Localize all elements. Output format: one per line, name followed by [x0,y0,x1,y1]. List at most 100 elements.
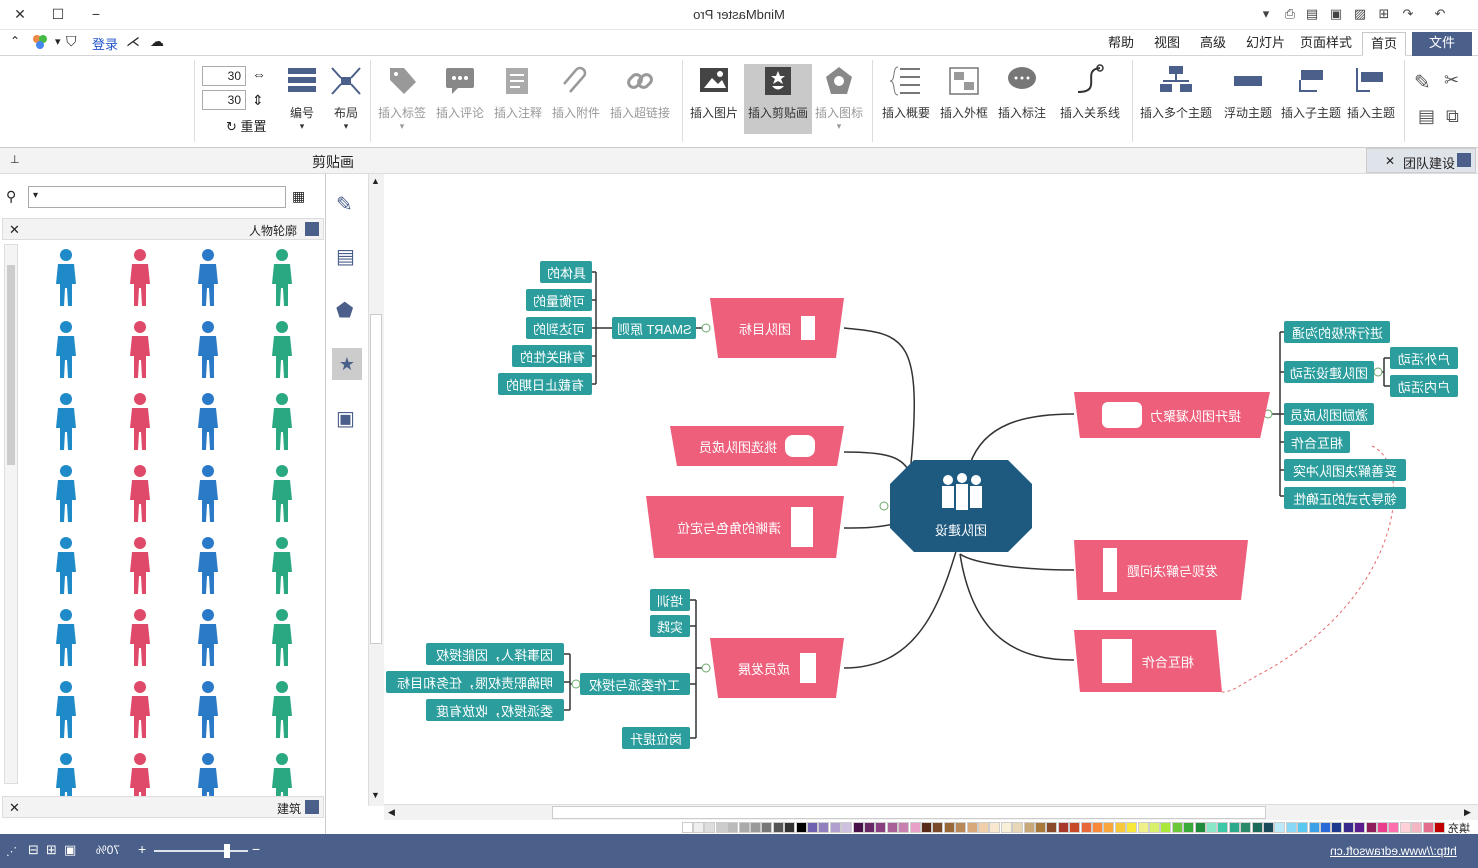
clipart-figure-icon[interactable] [268,320,296,378]
clipart-figure-icon[interactable] [268,608,296,666]
smart-item-deadline[interactable]: 有截止日期的 [498,373,592,395]
format-painter-icon[interactable]: ✎ [1414,70,1431,95]
color-swatch[interactable] [852,822,864,833]
develop-item-delegation[interactable]: 工作委派与授权 [580,673,690,695]
color-swatch[interactable] [1194,822,1206,833]
develop-item-practice[interactable]: 实践 [650,615,690,637]
canvas-horizontal-scrollbar[interactable]: ◀ ▶ [384,804,1478,820]
color-swatch[interactable] [1183,822,1195,833]
scroll-right-icon[interactable]: ▶ [1464,807,1471,818]
color-swatch[interactable] [1331,822,1343,833]
tab-help[interactable]: 帮助 [1104,32,1138,56]
library-icon[interactable]: ▦ [292,188,305,205]
color-swatch[interactable] [1126,822,1138,833]
section-close-icon[interactable]: ✕ [9,222,20,238]
color-swatch[interactable] [1251,822,1263,833]
cohesion-item-motivate[interactable]: 激励团队成员 [1284,403,1374,425]
delegate-item-3[interactable]: 委派授权，收放有度 [426,699,564,721]
color-swatch[interactable] [921,822,932,833]
color-swatch[interactable] [727,822,739,833]
color-swatch[interactable] [841,822,853,833]
insert-tag-button[interactable]: 插入标签 ▾ [374,64,430,134]
color-swatch[interactable] [1114,822,1126,833]
clipart-figure-icon[interactable] [268,536,296,594]
color-swatch[interactable] [1046,822,1058,833]
topic-problem-solving[interactable]: 发现与解决问题 [1074,540,1248,600]
tab-advanced[interactable]: 高级 [1196,32,1230,56]
topic-goal[interactable]: 团队目标 [710,298,844,358]
color-swatch[interactable] [1217,822,1229,833]
fullscreen-icon[interactable]: ▣ [64,842,76,858]
scroll-up-icon[interactable]: ▲ [371,176,380,186]
clipart-figure-icon[interactable] [126,248,154,306]
scroll-thumb[interactable] [370,314,382,644]
print-icon[interactable]: ▤ [1304,6,1320,22]
insert-summary-button[interactable]: 插入概要 [878,64,934,134]
color-swatch[interactable] [1149,822,1160,833]
color-swatch[interactable] [886,822,898,833]
clipart-figure-icon[interactable] [52,680,80,738]
clipart-figure-icon[interactable] [126,392,154,450]
clipart-figure-icon[interactable] [126,680,154,738]
color-swatch[interactable] [1160,822,1172,833]
clipart-figure-icon[interactable] [268,248,296,306]
cohesion-item-leadership[interactable]: 领导方式的正确性 [1284,487,1406,509]
color-swatch[interactable] [1171,822,1183,833]
mindmap-canvas[interactable]: 团队建设 团队目标 挑选团队成员 清晰的角色与定位 成员发展 提升团队凝聚力 发… [384,174,1478,804]
section-close-icon[interactable]: ✕ [9,800,20,816]
color-swatch[interactable] [1354,822,1366,833]
color-swatch[interactable] [1422,822,1434,833]
color-swatch[interactable] [1080,822,1092,833]
develop-item-training[interactable]: 培训 [650,589,690,611]
color-swatch[interactable] [1434,822,1445,833]
color-swatch[interactable] [898,822,910,833]
save-icon[interactable]: ▣ [1328,6,1344,22]
collapse-icon[interactable]: ⌃ [10,34,20,48]
color-swatch[interactable] [875,822,887,833]
section-buildings-header[interactable]: ✕ 建筑 [2,796,324,818]
color-swatch[interactable] [1297,822,1309,833]
shirt-icon[interactable]: ⛉ [66,33,77,50]
task-icon[interactable]: ▣ [336,406,355,431]
tab-view[interactable]: 视图 [1150,32,1184,56]
theme-dropdown-icon[interactable]: ▾ [55,35,61,48]
color-swatch[interactable] [681,822,693,833]
open-icon[interactable]: ▨ [1352,6,1368,22]
insert-hyperlink-button[interactable]: 插入超链接 [606,64,674,134]
cohesion-item-cooperate[interactable]: 相互合作 [1284,431,1350,453]
color-swatch[interactable] [1012,822,1024,833]
color-swatch[interactable] [1274,822,1286,833]
undo-icon[interactable]: ↶ [1432,6,1448,22]
insert-comment-button[interactable]: 插入评论 [432,64,488,134]
clipart-figure-icon[interactable] [52,608,80,666]
scroll-down-icon[interactable]: ▼ [371,790,380,800]
redo-icon[interactable]: ↷ [1400,6,1416,22]
login-link[interactable]: 登录 [92,34,118,53]
smart-item-specific[interactable]: 具体的 [540,261,592,283]
color-swatch[interactable] [1399,822,1411,833]
tab-page-style[interactable]: 页面样式 [1296,32,1356,56]
color-swatch[interactable] [715,822,727,833]
color-swatch[interactable] [1388,822,1400,833]
vertical-spacing-input[interactable]: 30 [202,90,246,110]
insert-attachment-button[interactable]: 插入附件 [548,64,604,134]
search-icon[interactable]: ⚲ [6,188,16,205]
clipart-figure-icon[interactable] [52,464,80,522]
color-swatch[interactable] [955,822,967,833]
insert-relationship-button[interactable]: 插入关系线 [1056,64,1124,134]
color-swatch[interactable] [1023,822,1035,833]
color-swatch[interactable] [1285,822,1297,833]
color-swatch[interactable] [1069,822,1081,833]
outline-icon[interactable]: ▤ [336,244,355,269]
insert-callout-button[interactable]: 插入标注 [994,64,1050,134]
color-swatch[interactable] [807,822,818,833]
color-swatch[interactable] [829,822,841,833]
clipart-figure-icon[interactable] [268,680,296,738]
color-swatch[interactable] [693,822,704,833]
color-swatch[interactable] [1228,822,1240,833]
color-swatch[interactable] [1103,822,1115,833]
activity-item-outdoor[interactable]: 户外活动 [1390,347,1458,369]
search-input[interactable]: ▾ [28,186,286,208]
color-swatch[interactable] [1365,822,1377,833]
export-icon[interactable]: ⎙ [1282,6,1298,22]
